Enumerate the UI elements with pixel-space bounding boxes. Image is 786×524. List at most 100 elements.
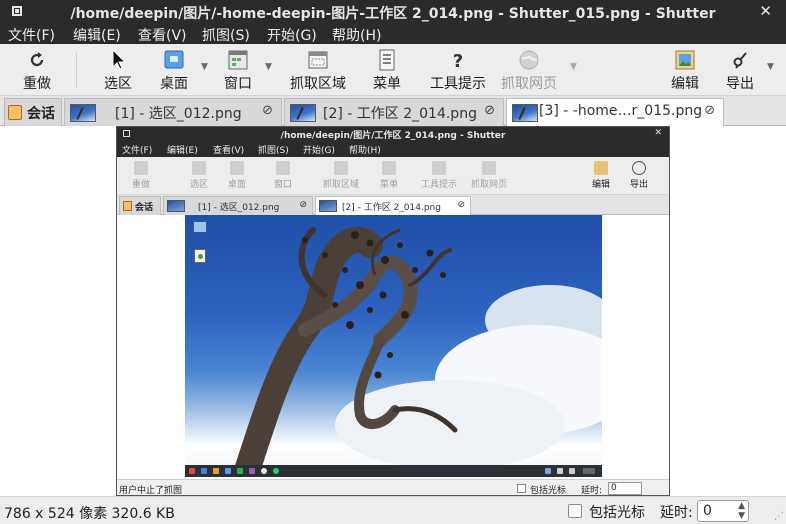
- preview-tool-label: 选区: [189, 180, 208, 190]
- taskbar-app-icon: [261, 468, 267, 474]
- window-title: /home/deepin/图片/-home-deepin-图片-工作区 2_01…: [70, 6, 716, 22]
- delay-spinner[interactable]: 0 ▲ ▼: [697, 500, 749, 522]
- export-dropdown-icon[interactable]: ▼: [767, 62, 774, 72]
- web-label: 抓取网页: [501, 76, 557, 92]
- preview-close-icon: ✕: [654, 128, 662, 138]
- tab-session[interactable]: 会话: [4, 98, 62, 126]
- selection-button[interactable]: 选区: [96, 48, 140, 94]
- menu-file[interactable]: 文件(F): [8, 25, 55, 45]
- menu-edit[interactable]: 编辑(E): [73, 25, 121, 45]
- resize-grip-icon[interactable]: ⋰: [774, 511, 784, 522]
- desktop-label: 桌面: [160, 76, 188, 92]
- preview-thumbnail-icon: [167, 200, 185, 212]
- preview-hand-icon: [123, 201, 132, 211]
- preview-window-icon: [276, 161, 290, 175]
- capture-web-button[interactable]: 抓取网页: [497, 48, 561, 94]
- taskbar-app-icon: [201, 468, 207, 474]
- preview-menu-item: 查看(V): [213, 146, 245, 156]
- selection-label: 选区: [104, 76, 132, 92]
- redo-label: 重做: [23, 76, 51, 92]
- desktop-wallpaper-image: [185, 215, 602, 477]
- preview-tool-redo: 重做: [127, 161, 155, 190]
- redo-icon: [25, 48, 49, 72]
- taskbar-app-icon: [273, 468, 279, 474]
- preview-desktop-icon: [230, 161, 244, 175]
- preview-menu-item: 帮助(H): [349, 146, 381, 156]
- preview-tab-session: 会话: [119, 196, 161, 215]
- tooltip-label: 工具提示: [430, 76, 486, 92]
- region-icon: [306, 48, 330, 72]
- preview-tab-2: [2] - 工作区 2_014.png ⊘: [315, 196, 471, 215]
- screenshot-preview[interactable]: /home/deepin/图片/工作区 2_014.png - Shutter …: [116, 126, 670, 496]
- tray-icon: [545, 468, 551, 474]
- globe-icon: [517, 48, 541, 72]
- delay-label: 延时:: [660, 505, 693, 521]
- menu-capture-button[interactable]: 菜单: [369, 48, 405, 94]
- desktop-icon: [162, 48, 186, 72]
- spinner-arrows-icon[interactable]: ▲ ▼: [738, 501, 745, 521]
- capture-region-button[interactable]: 抓取区域: [285, 48, 351, 94]
- menu-label: 菜单: [373, 76, 401, 92]
- tab-image-1[interactable]: [1] - 选区_012.png ⊘: [64, 98, 282, 126]
- window-button[interactable]: 窗口: [218, 48, 258, 94]
- title-bar: /home/deepin/图片/-home-deepin-图片-工作区 2_01…: [0, 0, 786, 24]
- tooltip-button[interactable]: ? 工具提示: [426, 48, 490, 94]
- desktop-taskbar: [185, 465, 602, 477]
- tab-bar: 会话 [1] - 选区_012.png ⊘ [2] - 工作区 2_014.pn…: [0, 96, 786, 127]
- export-button[interactable]: 导出: [722, 48, 758, 94]
- preview-tool-label: 窗口: [273, 180, 292, 190]
- preview-status-bar: 用户中止了抓图 包括光标 延时: 0: [117, 479, 669, 496]
- tab-session-label: 会话: [27, 106, 55, 122]
- status-bar: 786 x 524 像素 320.6 KB 包括光标 延时: 0 ▲ ▼ ⋰: [0, 496, 786, 524]
- preview-tool-label: 桌面: [227, 180, 246, 190]
- desktop-button[interactable]: 桌面: [152, 48, 196, 94]
- edit-label: 编辑: [671, 76, 699, 92]
- menu-capture[interactable]: 抓图(S): [202, 25, 250, 45]
- preview-tool-label: 工具提示: [420, 180, 457, 190]
- preview-tab-close-icon: ⊘: [457, 200, 465, 210]
- window-label: 窗口: [224, 76, 252, 92]
- window-menu-icon[interactable]: [12, 6, 22, 16]
- tab-close-icon[interactable]: ⊘: [262, 103, 273, 118]
- thumbnail-icon: [512, 104, 538, 122]
- web-dropdown-icon[interactable]: ▼: [570, 62, 577, 72]
- edit-button[interactable]: 编辑: [667, 48, 703, 94]
- menu-view[interactable]: 查看(V): [138, 25, 187, 45]
- preview-tool-label: 菜单: [379, 180, 398, 190]
- tab-close-icon[interactable]: ⊘: [484, 103, 495, 118]
- tab-close-icon[interactable]: ⊘: [704, 103, 715, 118]
- preview-delay-label: 延时:: [581, 486, 603, 496]
- window-icon: [226, 48, 250, 72]
- preview-tool-menu: 菜单: [375, 161, 403, 190]
- image-info: 786 x 524 像素 320.6 KB: [4, 506, 175, 522]
- cursor-icon: [106, 48, 130, 72]
- menu-icon: [375, 48, 399, 72]
- include-cursor-checkbox[interactable]: [568, 504, 582, 518]
- tab-image-3[interactable]: [3] - -home…r_015.png ⊘: [506, 98, 724, 127]
- close-icon[interactable]: ✕: [759, 2, 772, 20]
- preview-tool-label: 导出: [629, 180, 648, 190]
- include-cursor-label[interactable]: 包括光标: [589, 502, 645, 522]
- preview-tab-1: [1] - 选区_012.png ⊘: [163, 196, 313, 215]
- redo-button[interactable]: 重做: [10, 48, 64, 94]
- preview-cursor-checkbox-label: 包括光标: [530, 486, 567, 496]
- help-icon: ?: [446, 48, 470, 72]
- preview-image-edit-icon: [594, 161, 608, 175]
- delay-value[interactable]: 0: [703, 503, 712, 519]
- region-label: 抓取区域: [290, 76, 346, 92]
- desktop-computer-icon: [193, 221, 207, 233]
- menu-go[interactable]: 开始(G): [267, 25, 317, 45]
- export-icon: [728, 48, 752, 72]
- preview-tool-label: 抓取区域: [322, 180, 359, 190]
- preview-tool-web: 抓取网页: [467, 161, 511, 190]
- preview-cursor-checkbox: [517, 484, 526, 493]
- tab-image-2[interactable]: [2] - 工作区 2_014.png ⊘: [284, 98, 504, 126]
- tray-icon: [569, 468, 575, 474]
- svg-text:?: ?: [453, 51, 463, 72]
- window-dropdown-icon[interactable]: ▼: [265, 62, 272, 72]
- menu-help[interactable]: 帮助(H): [332, 25, 381, 45]
- tab-label: [1] - 选区_012.png: [115, 106, 242, 122]
- preview-tool-export: 导出: [625, 161, 653, 190]
- desktop-dropdown-icon[interactable]: ▼: [201, 62, 208, 72]
- menu-bar: 文件(F) 编辑(E) 查看(V) 抓图(S) 开始(G) 帮助(H): [0, 24, 786, 44]
